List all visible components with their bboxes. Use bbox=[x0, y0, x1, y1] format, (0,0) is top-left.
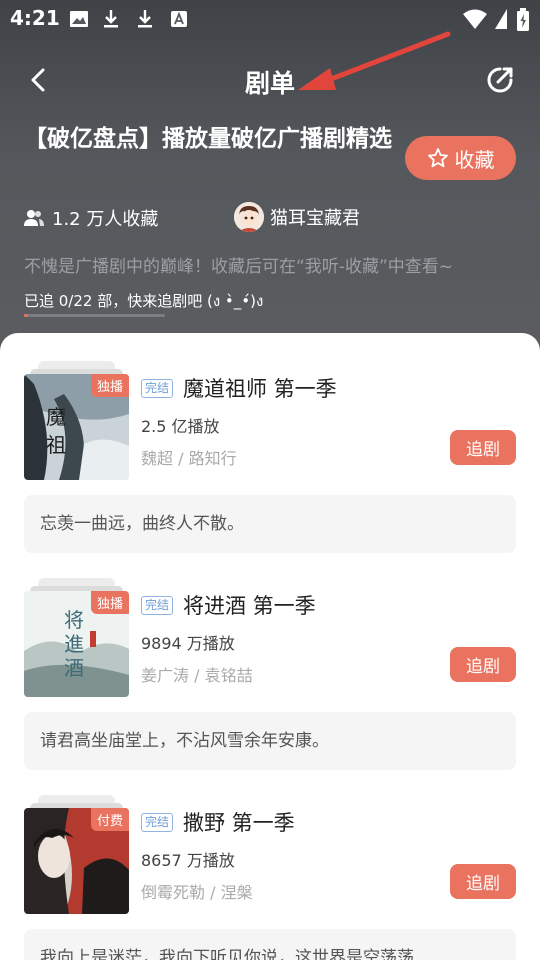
download-icon bbox=[138, 10, 152, 28]
signal-icon bbox=[495, 9, 507, 29]
list-item[interactable]: 付费 完结 撒野 第一季 8657 万播放 倒霉死勒 / 涅槃 追剧 我向上是迷… bbox=[0, 767, 540, 960]
svg-text:魔: 魔 bbox=[46, 405, 66, 429]
collect-label: 收藏 bbox=[454, 147, 495, 172]
cast: 魏超 / 路知行 bbox=[141, 449, 237, 468]
status-tag: 完结 bbox=[141, 379, 174, 398]
wifi-icon bbox=[463, 9, 487, 29]
play-count: 8657 万播放 bbox=[141, 851, 235, 870]
svg-text:将: 将 bbox=[64, 608, 84, 632]
status-tag: 完结 bbox=[141, 596, 174, 615]
progress-bar bbox=[24, 314, 165, 317]
cover[interactable]: 魔祖 独播 bbox=[24, 361, 129, 481]
item-title[interactable]: 魔道祖师 第一季 bbox=[183, 373, 337, 403]
share-icon[interactable] bbox=[484, 62, 518, 96]
follow-button[interactable]: 追剧 bbox=[450, 647, 516, 682]
cover[interactable]: 将進酒 独播 bbox=[24, 578, 129, 698]
star-icon bbox=[427, 148, 448, 168]
progress-text: 已追 0/22 部，快来追剧吧 (ง •̀_•́)ง bbox=[24, 292, 264, 310]
list-description: 不愧是广播剧中的巅峰！收藏后可在“我听-收藏”中查看~ bbox=[24, 257, 453, 277]
follow-button[interactable]: 追剧 bbox=[450, 430, 516, 465]
image-icon bbox=[70, 11, 88, 27]
cast: 姜广涛 / 袁铭喆 bbox=[141, 666, 253, 685]
creator-name: 猫耳宝藏君 bbox=[270, 208, 360, 229]
paid-badge: 付费 bbox=[90, 808, 129, 831]
play-count: 2.5 亿播放 bbox=[141, 417, 220, 436]
item-title[interactable]: 将进酒 第一季 bbox=[183, 590, 316, 620]
svg-text:酒: 酒 bbox=[64, 656, 84, 680]
fans-label: 1.2 万人收藏 bbox=[52, 209, 159, 230]
list-item[interactable]: 将進酒 独播 完结 将进酒 第一季 9894 万播放 姜广涛 / 袁铭喆 追剧 … bbox=[0, 550, 540, 770]
progress-fill bbox=[24, 314, 28, 317]
cover[interactable]: 付费 bbox=[24, 795, 129, 915]
annotation-arrow-icon bbox=[298, 31, 451, 90]
svg-text:祖: 祖 bbox=[46, 433, 66, 457]
collect-button[interactable]: 收藏 bbox=[405, 136, 516, 180]
avatar-image bbox=[234, 202, 264, 232]
download-icon bbox=[104, 10, 118, 28]
battery-icon bbox=[517, 8, 529, 31]
item-quote: 请君高坐庙堂上，不沾风雪余年安康。 bbox=[24, 712, 516, 770]
exclusive-badge: 独播 bbox=[90, 591, 129, 614]
item-title[interactable]: 撒野 第一季 bbox=[183, 807, 295, 837]
play-count: 9894 万播放 bbox=[141, 634, 235, 653]
cast: 倒霉死勒 / 涅槃 bbox=[141, 883, 253, 902]
svg-text:進: 進 bbox=[64, 632, 84, 656]
follow-button[interactable]: 追剧 bbox=[450, 864, 516, 899]
list-title: 【破亿盘点】播放量破亿广播剧精选 bbox=[24, 126, 392, 152]
status-tag: 完结 bbox=[141, 813, 174, 832]
drama-list: 魔祖 独播 完结 魔道祖师 第一季 2.5 亿播放 魏超 / 路知行 追剧 忘羡… bbox=[0, 333, 540, 960]
exclusive-badge: 独播 bbox=[90, 374, 129, 397]
avatar bbox=[234, 202, 264, 232]
people-icon bbox=[24, 210, 44, 226]
item-quote: 忘羡一曲远，曲终人不散。 bbox=[24, 495, 516, 553]
item-quote: 我向上是迷茫，我向下听见你说，这世界是空荡荡 bbox=[24, 929, 516, 960]
status-time: 4:21 bbox=[10, 6, 60, 30]
list-item[interactable]: 魔祖 独播 完结 魔道祖师 第一季 2.5 亿播放 魏超 / 路知行 追剧 忘羡… bbox=[0, 333, 540, 553]
app-notification-icon bbox=[171, 11, 187, 27]
fans-count: 1.2 万人收藏 bbox=[24, 205, 158, 231]
creator[interactable]: 猫耳宝藏君 bbox=[234, 202, 360, 232]
